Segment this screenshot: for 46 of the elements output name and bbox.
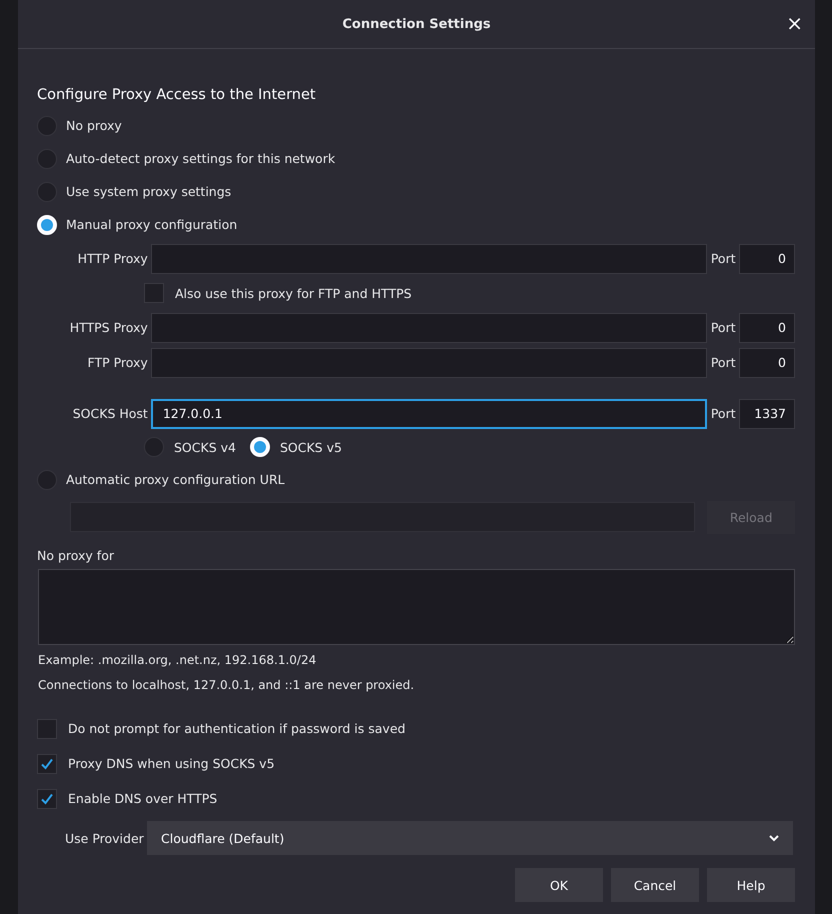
- dialog-button[interactable]: Cancel: [611, 868, 699, 902]
- radio-label: Automatic proxy configuration URL: [66, 472, 285, 487]
- field-label: No proxy for: [37, 548, 115, 563]
- port-field[interactable]: 1337: [739, 398, 795, 428]
- checkbox-label: Do not prompt for authentication if password is saved: [68, 721, 406, 736]
- field-label: Port: [710, 355, 737, 370]
- hint-text: Connections to localhost, 127.0.0.1, and ::1 are never proxied.: [37, 677, 416, 694]
- field-label: Port: [710, 251, 737, 266]
- checkmark-icon: [40, 792, 54, 806]
- checkbox[interactable]: [37, 754, 57, 774]
- port-field[interactable]: 0: [739, 244, 795, 274]
- hint-text: Example: .mozilla.org, .net.nz, 192.168.1.0/24: [37, 652, 318, 669]
- dialog-button[interactable]: Help: [707, 868, 795, 902]
- field-label: Use Provider: [65, 830, 145, 846]
- port-field[interactable]: 0: [739, 312, 795, 342]
- host-field[interactable]: [150, 312, 707, 342]
- checkbox-label: Proxy DNS when using SOCKS v5: [68, 756, 275, 771]
- checkbox[interactable]: [37, 788, 57, 808]
- checkbox[interactable]: [37, 718, 57, 738]
- checkbox-label: Enable DNS over HTTPS: [68, 791, 218, 806]
- field-label: Port: [710, 406, 737, 421]
- radio-label: No proxy: [66, 118, 122, 133]
- close-button[interactable]: ×: [782, 12, 807, 34]
- radio-label: SOCKS v5: [280, 440, 342, 454]
- host-field[interactable]: [150, 348, 707, 378]
- provider-dropdown[interactable]: Cloudflare (Default): [147, 821, 793, 855]
- radio-label: SOCKS v4: [174, 440, 236, 454]
- radio-label: Auto-detect proxy settings for this network: [66, 151, 336, 166]
- window-title: Connection Settings: [342, 16, 491, 32]
- field-label: Port: [710, 320, 737, 335]
- field-label: HTTP Proxy: [76, 251, 149, 266]
- host-field[interactable]: [150, 244, 707, 274]
- dialog-button[interactable]: OK: [515, 868, 603, 902]
- field-label: SOCKS Host: [72, 406, 149, 421]
- host-field[interactable]: 127.0.0.1: [150, 398, 707, 428]
- chevron-down-icon: [769, 834, 779, 842]
- section-heading: Configure Proxy Access to the Internet: [37, 87, 317, 103]
- no-proxy-field[interactable]: [38, 569, 795, 645]
- field-label: HTTPS Proxy: [68, 320, 149, 335]
- field-label: FTP Proxy: [86, 355, 149, 370]
- checkbox-label: Also use this proxy for FTP and HTTPS: [175, 286, 412, 300]
- checkmark-icon: [40, 756, 54, 770]
- port-field[interactable]: 0: [739, 348, 795, 378]
- radio-label: Manual proxy configuration: [66, 217, 238, 232]
- radio-label: Use system proxy settings: [66, 184, 232, 199]
- checkbox[interactable]: [144, 283, 164, 303]
